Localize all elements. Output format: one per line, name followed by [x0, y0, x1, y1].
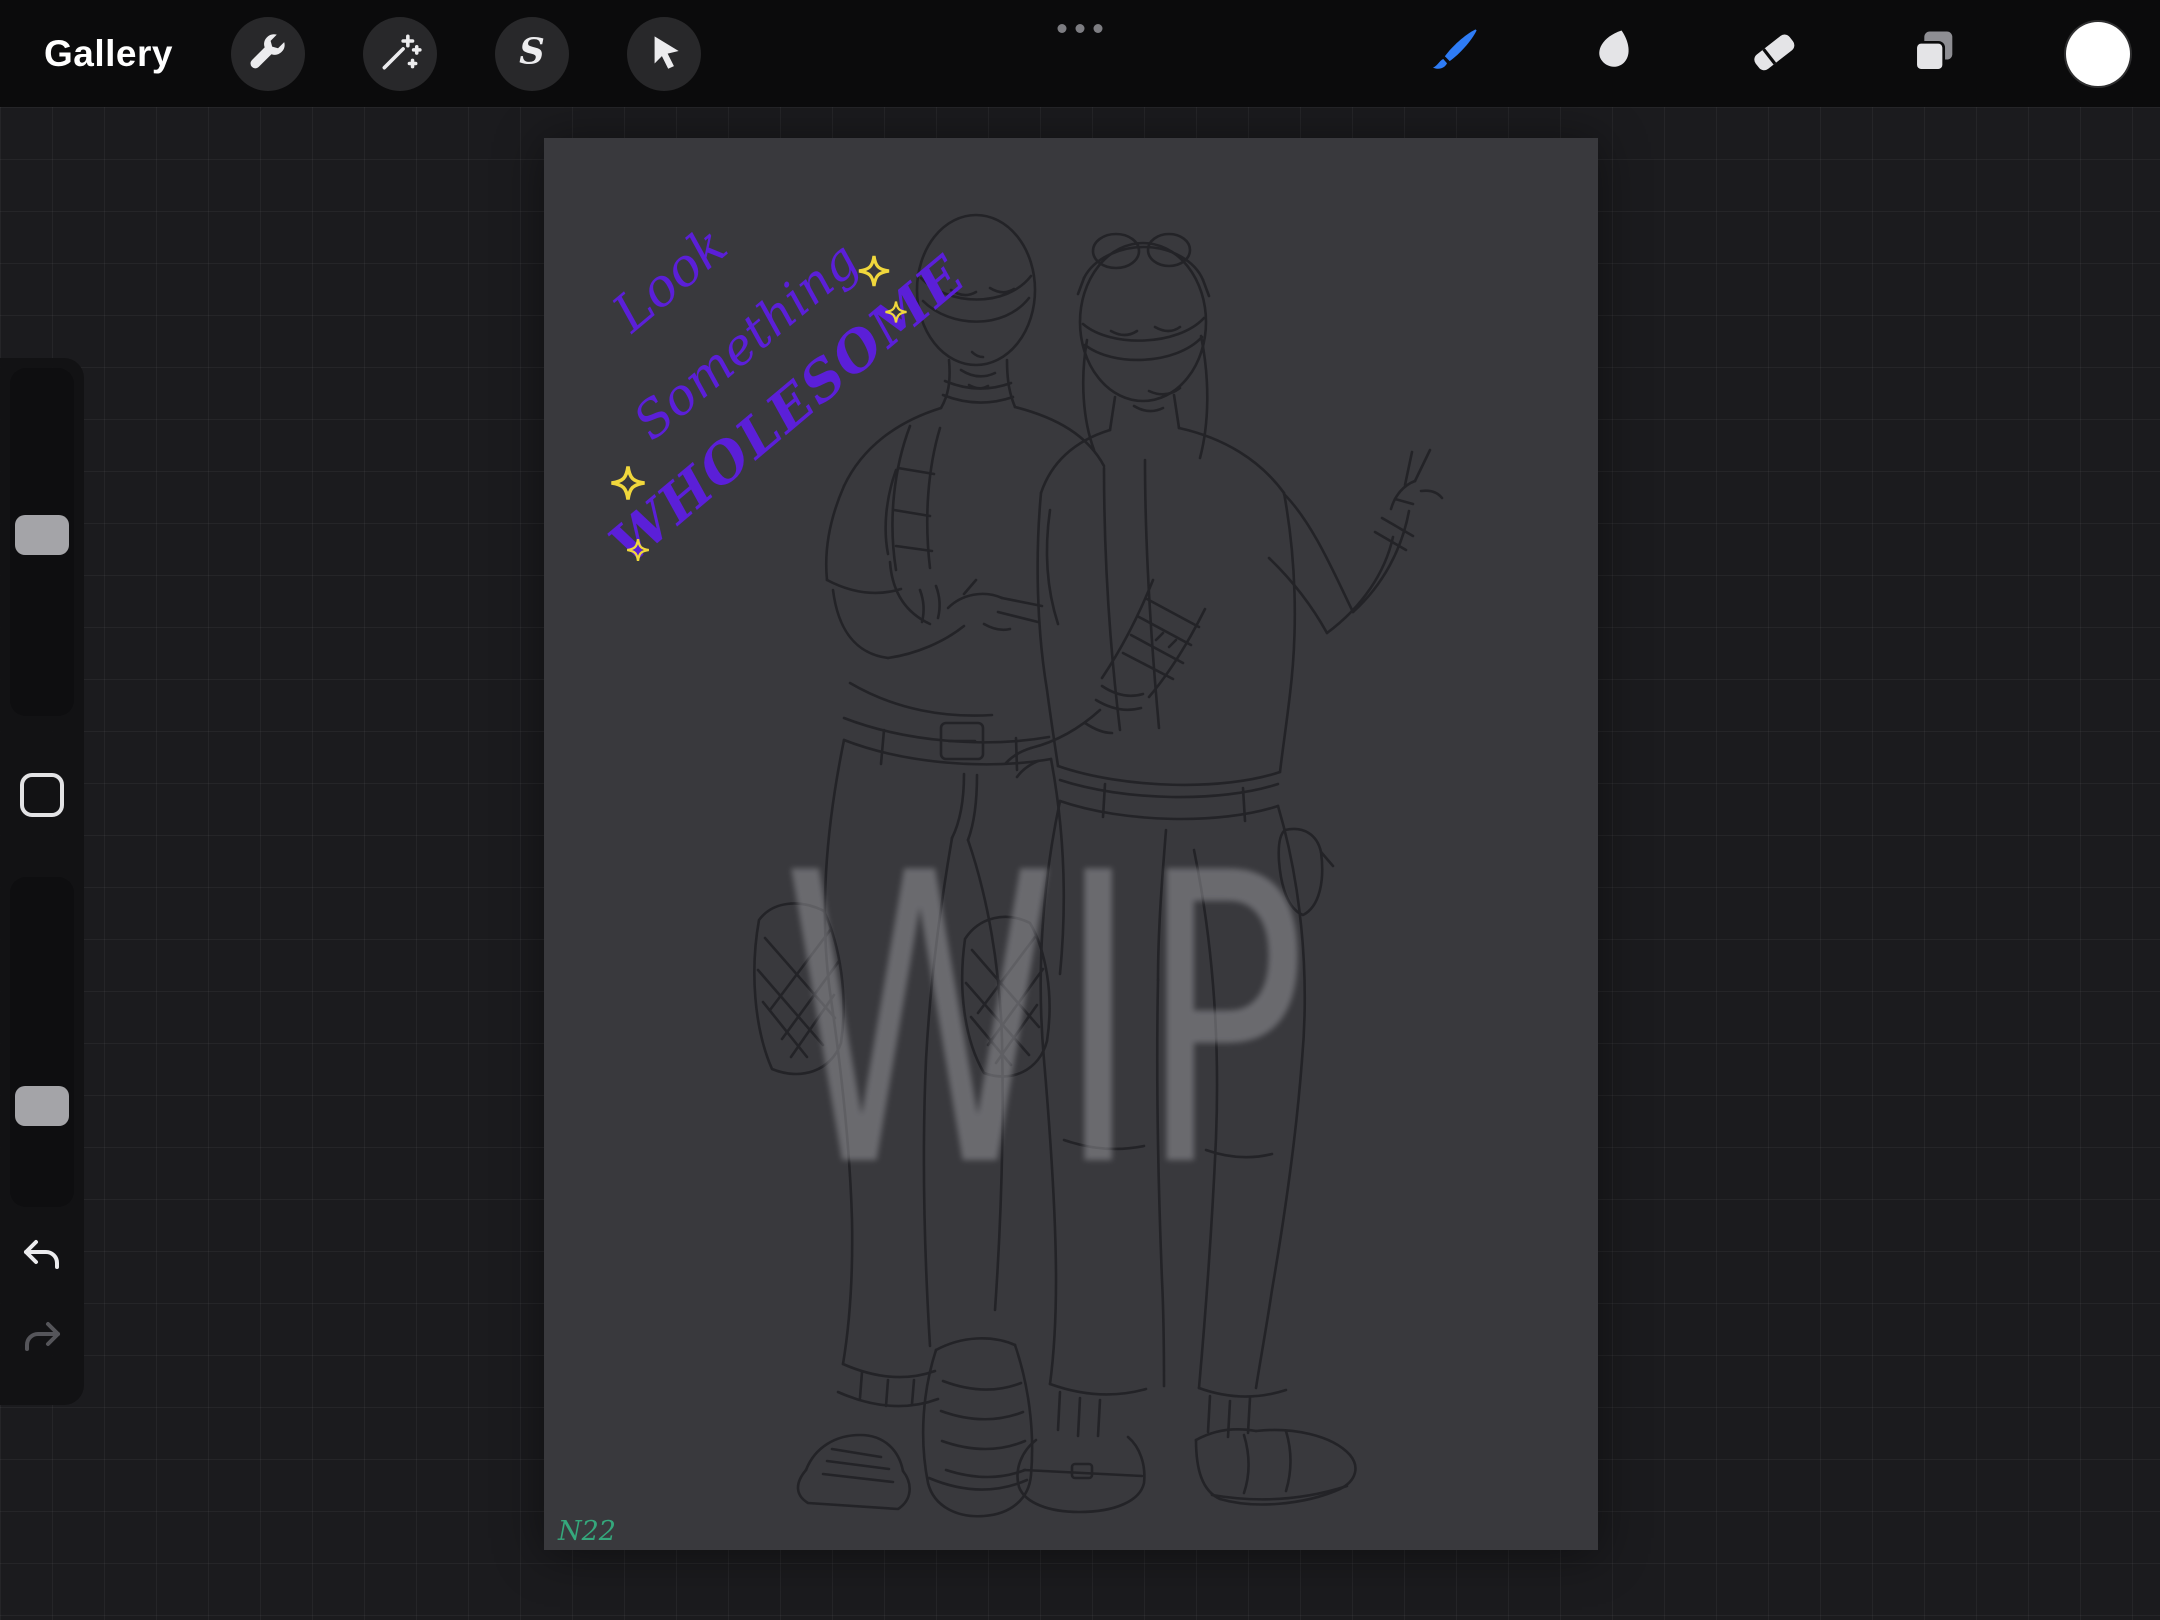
ellipsis-icon: [1058, 24, 1067, 33]
opacity-slider[interactable]: [10, 877, 74, 1207]
wrench-icon: [245, 29, 291, 78]
topbar-right-tools: [1426, 22, 2160, 86]
redo-icon: [19, 1346, 65, 1361]
erase-tool-button[interactable]: [1746, 24, 1802, 83]
canvas-options-button[interactable]: [1052, 18, 1109, 39]
layers-button[interactable]: [1906, 24, 1962, 83]
brush-size-handle[interactable]: [15, 515, 69, 555]
annotation-text: Look Something WHOLESOME: [597, 215, 977, 576]
wip-overlay: WIP: [782, 790, 1307, 1255]
layers-icon: [1906, 24, 1962, 83]
eraser-icon: [1746, 24, 1802, 83]
topbar-left-tools: Gallery: [0, 17, 701, 91]
undo-icon: [19, 1264, 65, 1279]
adjustments-button[interactable]: [363, 17, 437, 91]
magic-wand-icon: [377, 29, 423, 78]
undo-button[interactable]: [19, 1236, 65, 1279]
artwork: Look Something WHOLESOME WIP N22: [544, 138, 1598, 1550]
gallery-button[interactable]: Gallery: [44, 33, 173, 75]
brush-size-slider[interactable]: [10, 368, 74, 716]
smudge-tool-button[interactable]: [1586, 24, 1642, 83]
wip-text: WIP: [782, 790, 1307, 1255]
artist-signature: N22: [557, 1516, 616, 1547]
canvas[interactable]: Look Something WHOLESOME WIP N22: [544, 138, 1598, 1550]
cursor-arrow-icon: [641, 29, 687, 78]
paintbrush-icon: [1426, 24, 1482, 83]
paint-tool-button[interactable]: [1426, 24, 1482, 83]
selection-s-icon: S: [509, 29, 555, 78]
svg-text:S: S: [519, 32, 545, 73]
opacity-handle[interactable]: [15, 1086, 69, 1126]
smudge-drop-icon: [1586, 24, 1642, 83]
redo-button[interactable]: [19, 1318, 65, 1361]
tool-sidebar: [0, 358, 84, 1405]
actions-button[interactable]: [231, 17, 305, 91]
color-swatch-button[interactable]: [2066, 22, 2130, 86]
modify-button[interactable]: [20, 773, 64, 817]
topbar: Gallery: [0, 0, 2160, 107]
selection-button[interactable]: S: [495, 17, 569, 91]
workspace: Look Something WHOLESOME WIP N22: [0, 107, 2160, 1620]
transform-button[interactable]: [627, 17, 701, 91]
